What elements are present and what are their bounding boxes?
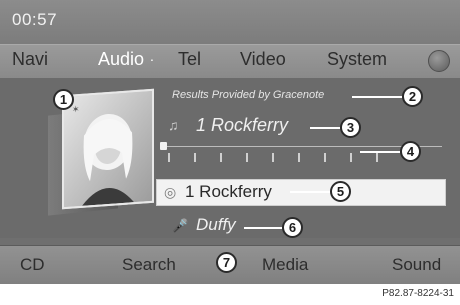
callout-3-leader [310,127,340,129]
callout-5-leader [290,191,330,193]
callout-6-leader [244,227,282,229]
callout-4: 4 [400,141,421,162]
progress-tick [298,153,300,162]
progress-knob[interactable] [160,142,167,150]
callout-3: 3 [340,117,361,138]
disc-icon: ◎ [164,184,177,200]
progress-tick [220,153,222,162]
head-unit-screen: 00:57 Navi Audio . Tel Video System ✶ Re… [0,0,460,284]
figure-code: P82.87-8224-31 [382,288,454,299]
artist-name: Duffy [196,215,236,234]
active-menu-marker: . [150,48,154,64]
bottom-item-sound[interactable]: Sound [392,255,441,275]
album-cover-art: ✶ [62,88,154,210]
progress-tick [194,153,196,162]
menu-item-system[interactable]: System [327,49,387,70]
status-bar: 00:57 [0,0,460,44]
progress-tick [246,153,248,162]
track-title: 1 Rockferry [196,115,289,135]
progress-tick [350,153,352,162]
clock: 00:57 [12,10,58,29]
cover-art-image: ✶ [64,90,152,208]
callout-7: 7 [216,252,237,273]
bottom-item-cd[interactable]: CD [20,255,45,275]
gracenote-attribution: Results Provided by Gracenote [172,89,325,101]
microphone-icon: 🎤 [172,218,189,233]
callout-6: 6 [282,217,303,238]
svg-text:✶: ✶ [72,104,80,115]
music-note-icon: ♫ [168,117,179,133]
circle-menu-button[interactable] [428,50,450,72]
callout-4-leader [360,151,400,153]
callout-2-leader [352,96,402,98]
progress-tick [272,153,274,162]
menu-item-tel[interactable]: Tel [178,49,201,70]
progress-tick [168,153,170,162]
callout-5: 5 [330,181,351,202]
menu-item-audio[interactable]: Audio [98,49,144,70]
progress-tick [376,153,378,162]
menu-item-video[interactable]: Video [240,49,286,70]
menu-item-navi[interactable]: Navi [12,49,48,70]
callout-1: 1 [53,89,74,110]
progress-tick [324,153,326,162]
album-name: 1 Rockferry [185,182,272,201]
bottom-item-media[interactable]: Media [262,255,308,275]
bottom-item-search[interactable]: Search [122,255,176,275]
callout-2: 2 [402,86,423,107]
main-menu: Navi Audio . Tel Video System [0,44,460,79]
